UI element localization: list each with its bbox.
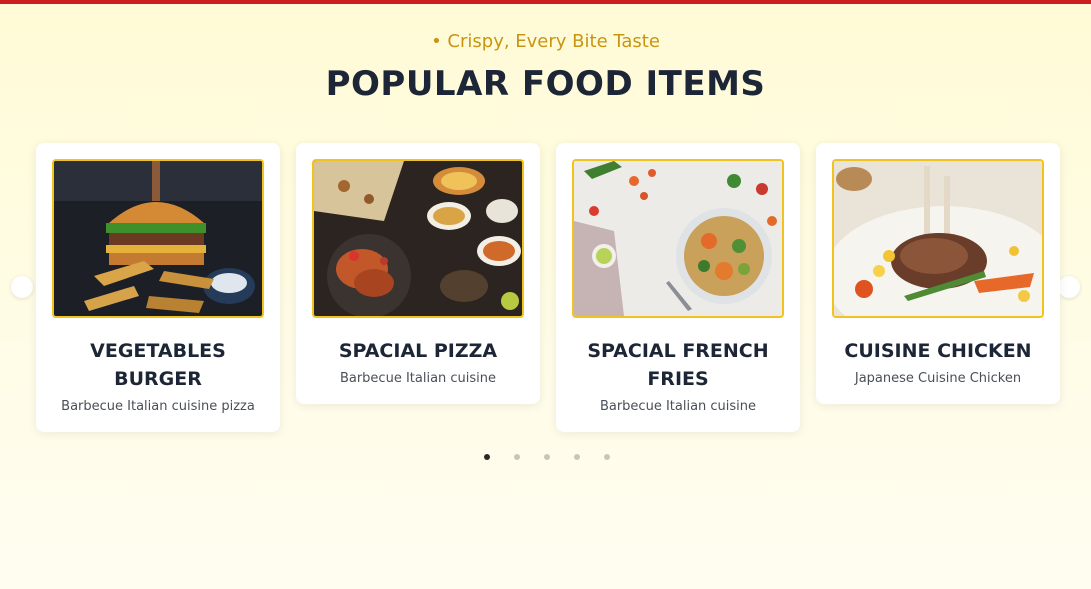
- card-description: Japanese Cuisine Chicken: [854, 371, 1022, 386]
- carousel-pagination: [483, 454, 613, 462]
- card-description: Barbecue Italian cuisine: [599, 399, 757, 414]
- pagination-dot[interactable]: [514, 454, 520, 460]
- pagination-dot[interactable]: [484, 454, 490, 460]
- chicken-image: [832, 159, 1044, 318]
- food-card-burger[interactable]: VEGETABLES BURGER Barbecue Italian cuisi…: [36, 143, 280, 432]
- card-description: Barbecue Italian cuisine: [339, 371, 497, 386]
- card-title: SPACIAL FRENCH FRIES: [587, 340, 769, 390]
- salad-image: [572, 159, 784, 318]
- burger-image: [52, 159, 264, 318]
- pagination-dot[interactable]: [544, 454, 550, 460]
- pagination-dot[interactable]: [604, 454, 610, 460]
- pizza-image: [312, 159, 524, 318]
- food-card-chicken[interactable]: CUISINE CHICKEN Japanese Cuisine Chicken: [816, 143, 1060, 404]
- card-title: SPACIAL PIZZA: [338, 340, 498, 362]
- card-title: CUISINE CHICKEN: [844, 340, 1032, 362]
- card-title: VEGETABLES BURGER: [90, 340, 226, 390]
- top-accent-bar: [0, 0, 1091, 4]
- section-subtitle: • Crispy, Every Bite Taste: [431, 31, 660, 52]
- carousel-next-button[interactable]: [1058, 276, 1080, 298]
- food-card-pizza[interactable]: SPACIAL PIZZA Barbecue Italian cuisine: [296, 143, 540, 404]
- food-card-french-fries[interactable]: SPACIAL FRENCH FRIES Barbecue Italian cu…: [556, 143, 800, 432]
- card-description: Barbecue Italian cuisine pizza: [61, 399, 255, 414]
- pagination-dot[interactable]: [574, 454, 580, 460]
- section-title: POPULAR FOOD ITEMS: [325, 64, 766, 104]
- carousel-prev-button[interactable]: [11, 276, 33, 298]
